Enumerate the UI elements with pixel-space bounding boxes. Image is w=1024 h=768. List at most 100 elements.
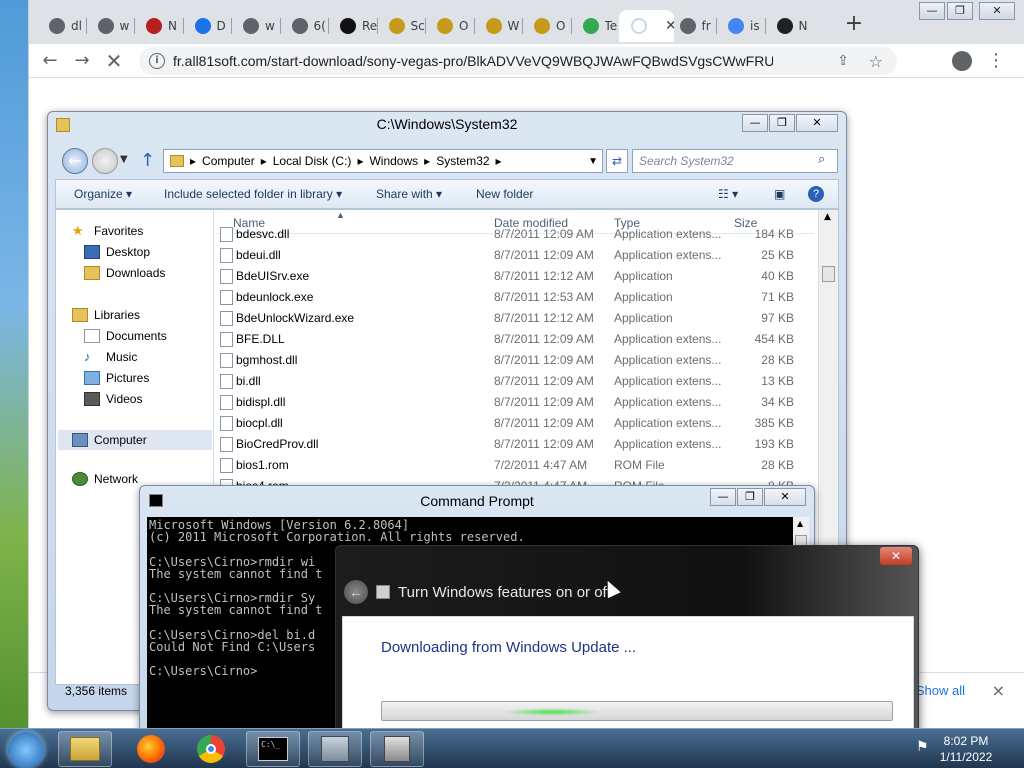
- stop-loading-icon[interactable]: ✕: [103, 50, 125, 72]
- taskbar-chrome[interactable]: [184, 731, 238, 767]
- browser-tab[interactable]: w: [86, 10, 135, 42]
- browser-tab[interactable]: N: [134, 10, 183, 42]
- file-row[interactable]: bdesvc.dll 8/7/2011 12:09 AM Application e…: [216, 224, 814, 245]
- taskbar-control-panel[interactable]: [308, 731, 362, 767]
- close-button[interactable]: ✕: [880, 547, 912, 565]
- start-button[interactable]: [8, 732, 44, 768]
- file-row[interactable]: bios1.rom 7/2/2011 4:47 AM ROM File 28 KB: [216, 455, 814, 476]
- maximize-button[interactable]: ❐: [769, 114, 795, 132]
- preview-pane-icon[interactable]: ▣: [774, 187, 785, 201]
- nav-downloads[interactable]: Downloads: [84, 266, 165, 280]
- system-clock[interactable]: 8:02 PM 1/11/2022: [916, 733, 1016, 767]
- file-row[interactable]: BioCredProv.dll 8/7/2011 12:09 AM Applicat…: [216, 434, 814, 455]
- scroll-up-icon[interactable]: ▲: [824, 212, 831, 222]
- file-row[interactable]: bdeui.dll 8/7/2011 12:09 AM Application ex…: [216, 245, 814, 266]
- browser-tab[interactable]: Sc: [377, 10, 426, 42]
- browser-tab[interactable]: ✕: [619, 10, 674, 42]
- browser-tab[interactable]: W: [474, 10, 523, 42]
- file-row[interactable]: BdeUnlockWizard.exe 8/7/2011 12:12 AM Appl…: [216, 308, 814, 329]
- file-row[interactable]: bgmhost.dll 8/7/2011 12:09 AM Application …: [216, 350, 814, 371]
- back-arrow-icon[interactable]: ←: [39, 50, 61, 72]
- forward-arrow-icon[interactable]: →: [71, 50, 93, 72]
- maximize-button[interactable]: ❐: [737, 488, 763, 506]
- chrome-icon: [243, 18, 259, 34]
- taskbar-cmd[interactable]: C:\_: [246, 731, 300, 767]
- view-options-icon[interactable]: ☷ ▾: [718, 187, 738, 201]
- nav-network[interactable]: Network: [72, 472, 138, 486]
- back-arrow-icon[interactable]: ←: [62, 148, 88, 174]
- organize-button[interactable]: Organize ▾: [74, 187, 132, 201]
- tab-title: is: [750, 19, 760, 33]
- url-text[interactable]: fr.all81soft.com/start-download/sony-veg…: [173, 53, 773, 69]
- bookmark-star-icon[interactable]: ☆: [869, 52, 883, 71]
- file-row[interactable]: BFE.DLL 8/7/2011 12:09 AM Application exte…: [216, 329, 814, 350]
- refresh-icon[interactable]: ⇄: [606, 149, 628, 173]
- share-with-button[interactable]: Share with ▾: [376, 187, 442, 201]
- taskbar-firefox[interactable]: [124, 731, 178, 767]
- browser-tab[interactable]: Te: [571, 10, 620, 42]
- close-download-shelf-icon[interactable]: ×: [992, 681, 1005, 700]
- breadcrumb-windows[interactable]: Windows: [369, 154, 418, 168]
- taskbar-explorer[interactable]: [58, 731, 112, 767]
- recent-pages-chevron-icon[interactable]: ▼: [120, 154, 128, 165]
- breadcrumb-local-disk[interactable]: Local Disk (C:): [273, 154, 352, 168]
- file-size: 385 KB: [754, 416, 794, 431]
- address-breadcrumb[interactable]: ▸ Computer ▸ Local Disk (C:) ▸ Windows ▸…: [163, 149, 603, 173]
- search-input[interactable]: Search System32: [632, 149, 838, 173]
- file-row[interactable]: biocpl.dll 8/7/2011 12:09 AM Application e…: [216, 413, 814, 434]
- tab-title: dl: [71, 19, 82, 33]
- help-icon[interactable]: ?: [808, 186, 824, 202]
- nav-libraries[interactable]: Libraries: [72, 308, 140, 322]
- close-button[interactable]: ✕: [764, 488, 806, 506]
- maximize-button[interactable]: ❐: [947, 2, 973, 20]
- nav-computer[interactable]: Computer: [58, 430, 212, 450]
- file-icon: [220, 416, 233, 432]
- nav-videos[interactable]: Videos: [84, 392, 142, 406]
- nav-music[interactable]: ♪ Music: [84, 350, 137, 365]
- address-bar[interactable]: i fr.all81soft.com/start-download/sony-v…: [139, 47, 897, 75]
- browser-tab[interactable]: dl: [37, 10, 86, 42]
- file-row[interactable]: BdeUISrv.exe 8/7/2011 12:12 AM Application…: [216, 266, 814, 287]
- browser-tab[interactable]: D: [183, 10, 232, 42]
- new-folder-button[interactable]: New folder: [476, 187, 533, 201]
- breadcrumb-system32[interactable]: System32: [436, 154, 489, 168]
- nav-favorites[interactable]: ★ Favorites: [72, 224, 143, 239]
- breadcrumb-computer[interactable]: Computer: [202, 154, 255, 168]
- show-all-link[interactable]: Show all: [916, 683, 965, 698]
- back-arrow-icon[interactable]: ←: [344, 580, 368, 604]
- new-tab-button[interactable]: +: [841, 12, 867, 38]
- browser-tab[interactable]: O: [522, 10, 571, 42]
- loading-icon: [631, 18, 647, 34]
- include-in-library-button[interactable]: Include selected folder in library ▾: [164, 187, 342, 201]
- minimize-button[interactable]: —: [710, 488, 736, 506]
- forward-arrow-icon[interactable]: [92, 148, 118, 174]
- file-row[interactable]: bi.dll 8/7/2011 12:09 AM Application exten…: [216, 371, 814, 392]
- address-dropdown-icon[interactable]: ▼: [588, 156, 598, 167]
- nav-desktop[interactable]: Desktop: [84, 245, 150, 259]
- browser-tab[interactable]: O: [425, 10, 474, 42]
- scroll-up-icon[interactable]: ▲: [797, 519, 803, 528]
- up-arrow-icon[interactable]: ↑: [140, 150, 155, 171]
- scroll-thumb[interactable]: [822, 266, 835, 282]
- browser-tab[interactable]: Re: [328, 10, 377, 42]
- file-row[interactable]: bdeunlock.exe 8/7/2011 12:53 AM Applicatio…: [216, 287, 814, 308]
- tab-title: N: [798, 19, 808, 33]
- file-row[interactable]: bidispl.dll 8/7/2011 12:09 AM Application …: [216, 392, 814, 413]
- search-icon[interactable]: ⌕: [818, 152, 825, 167]
- browser-tab[interactable]: N: [765, 10, 814, 42]
- close-window-button[interactable]: ✕: [979, 2, 1015, 20]
- minimize-button[interactable]: —: [919, 2, 945, 20]
- menu-kebab-icon[interactable]: ⋮: [985, 50, 1007, 72]
- nav-pictures[interactable]: Pictures: [84, 371, 149, 385]
- close-button[interactable]: ✕: [796, 114, 838, 132]
- share-icon[interactable]: ⇪: [837, 53, 849, 69]
- nav-documents[interactable]: Documents: [84, 329, 167, 343]
- browser-tab[interactable]: w: [231, 10, 280, 42]
- taskbar-windows-features[interactable]: [370, 731, 424, 767]
- profile-avatar-icon[interactable]: [951, 50, 973, 72]
- browser-tab[interactable]: is: [716, 10, 765, 42]
- minimize-button[interactable]: —: [742, 114, 768, 132]
- browser-tab[interactable]: 6(: [280, 10, 329, 42]
- browser-tab[interactable]: fr: [668, 10, 717, 42]
- info-icon[interactable]: i: [149, 53, 165, 69]
